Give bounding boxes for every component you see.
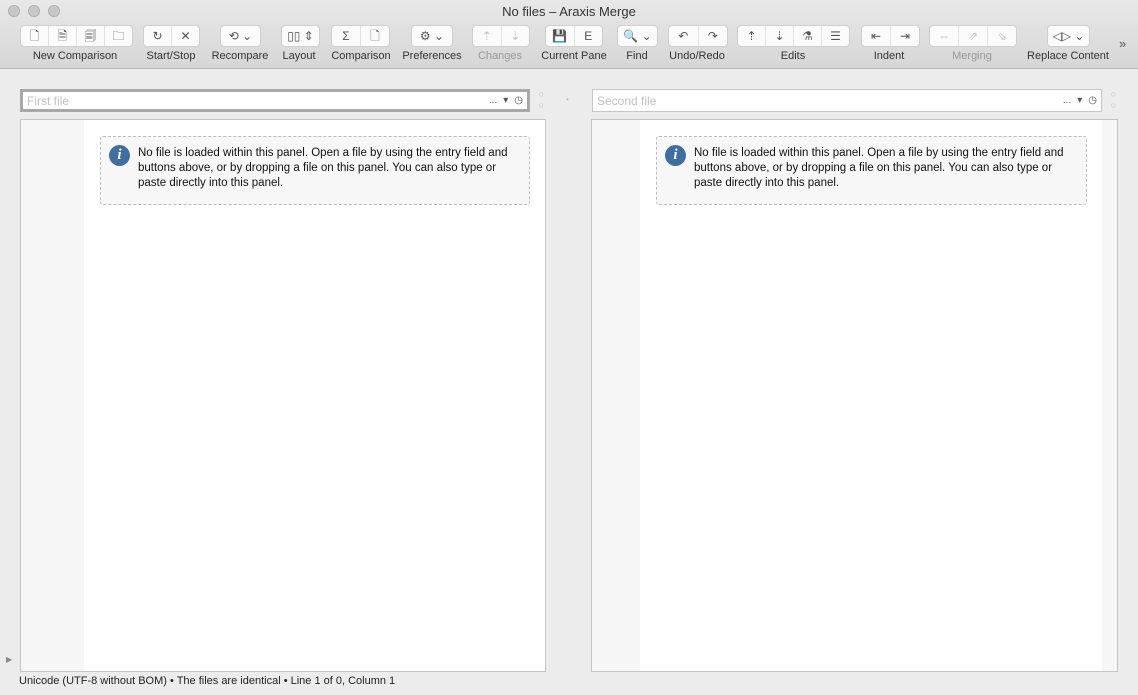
edits-button-4[interactable]: ☰	[822, 26, 849, 46]
layout-button-1[interactable]: ▯▯ ⇕	[282, 26, 319, 46]
new-comparison-group: 🗋 🗎 🗐 🗀	[20, 25, 133, 47]
changes-button-2[interactable]: ⇣	[502, 26, 530, 46]
second-file-input[interactable]	[597, 93, 1057, 108]
new-comparison-label: New Comparison	[32, 50, 118, 62]
new-comparison-button-3[interactable]: 🗐	[77, 26, 105, 46]
status-bar: Unicode (UTF-8 without BOM) • The files …	[19, 675, 396, 687]
merging-group: ⇔ ⇗ ⇘	[929, 25, 1017, 47]
new-comparison-button-4[interactable]: 🗀	[105, 26, 132, 46]
title-bar: No files – Araxis Merge 🗋 🗎 🗐 🗀 New Comparis…	[0, 0, 1138, 69]
start-stop-label: Start/Stop	[146, 50, 196, 62]
find-group: 🔍 ⌄	[617, 25, 658, 47]
preferences-group: ⚙ ⌄	[411, 25, 453, 47]
undo-redo-button-1[interactable]: ↶	[669, 26, 699, 46]
new-comparison-button-1[interactable]: 🗋	[21, 26, 49, 46]
line-number-gutter	[21, 120, 84, 671]
second-file-field[interactable]: ... ▾ ◷	[592, 89, 1102, 112]
current-pane-label: Current Pane	[541, 50, 607, 62]
edits-group: ⇡ ⇣ ⚗ ☰	[737, 25, 850, 47]
layout-group: ▯▯ ⇕	[281, 25, 320, 47]
info-icon: i	[109, 145, 130, 166]
browse-icon[interactable]: ...	[1063, 95, 1071, 106]
pane-divider-handle[interactable]: •	[566, 95, 569, 104]
comparison-button-1[interactable]: Σ	[332, 26, 361, 46]
merging-button-2[interactable]: ⇗	[959, 26, 988, 46]
link-icon[interactable]: ○ ○	[536, 89, 547, 111]
comparison-button-2[interactable]: 🗋	[361, 26, 389, 46]
edits-button-2[interactable]: ⇣	[766, 26, 794, 46]
edits-label: Edits	[780, 50, 806, 62]
recompare-button-1[interactable]: ⟲ ⌄	[221, 26, 260, 46]
preferences-label: Preferences	[402, 50, 462, 62]
replace-content-button-1[interactable]: ◁▷ ⌄	[1048, 26, 1089, 46]
undo-redo-group: ↶ ↷	[668, 25, 728, 47]
start-stop-group: ↻ ✕	[143, 25, 200, 47]
window-title: No files – Araxis Merge	[502, 4, 636, 19]
changes-button-1[interactable]: ⇡	[473, 26, 502, 46]
merging-label: Merging	[952, 50, 992, 62]
info-text: No file is loaded within this panel. Ope…	[138, 147, 508, 189]
recompare-group: ⟲ ⌄	[220, 25, 261, 47]
current-pane-button-2[interactable]: E	[575, 26, 603, 46]
indent-label: Indent	[873, 50, 905, 62]
comparison-label: Comparison	[331, 50, 391, 62]
current-pane-group: 💾 E	[545, 25, 603, 47]
start-stop-button-2[interactable]: ✕	[172, 26, 199, 46]
first-file-input[interactable]	[27, 93, 483, 108]
scrollbar[interactable]	[1102, 120, 1117, 671]
replace-content-group: ◁▷ ⌄	[1047, 25, 1090, 47]
find-button-1[interactable]: 🔍 ⌄	[618, 26, 657, 46]
recompare-label: Recompare	[211, 50, 269, 62]
new-comparison-button-2[interactable]: 🗎	[49, 26, 77, 46]
line-number-gutter	[592, 120, 640, 671]
dropdown-icon[interactable]: ▾	[1077, 95, 1082, 106]
info-message: i No file is loaded within this panel. O…	[656, 136, 1087, 205]
preferences-button-1[interactable]: ⚙ ⌄	[412, 26, 452, 46]
info-message: i No file is loaded within this panel. O…	[100, 136, 530, 205]
layout-label: Layout	[282, 50, 316, 62]
indent-button-1[interactable]: ⇤	[862, 26, 891, 46]
indent-button-2[interactable]: ⇥	[891, 26, 919, 46]
right-text-pane[interactable]: i No file is loaded within this panel. O…	[591, 119, 1118, 672]
info-icon: i	[665, 145, 686, 166]
replace-content-label: Replace Content	[1027, 50, 1109, 62]
start-stop-button-1[interactable]: ↻	[144, 26, 172, 46]
first-file-field[interactable]: ... ▾ ◷	[20, 89, 530, 112]
toolbar-overflow-button[interactable]: »	[1119, 36, 1126, 51]
undo-redo-label: Undo/Redo	[669, 50, 725, 62]
edits-button-3[interactable]: ⚗	[794, 26, 822, 46]
comparison-group: Σ 🗋	[331, 25, 390, 47]
current-pane-button-1[interactable]: 💾	[546, 26, 575, 46]
info-text: No file is loaded within this panel. Ope…	[694, 147, 1064, 189]
left-text-pane[interactable]: i No file is loaded within this panel. O…	[20, 119, 546, 672]
undo-redo-button-2[interactable]: ↷	[699, 26, 728, 46]
edits-button-1[interactable]: ⇡	[738, 26, 766, 46]
link-icon[interactable]: ○ ○	[1108, 89, 1119, 111]
browse-icon[interactable]: ...	[489, 95, 497, 106]
changes-group: ⇡ ⇣	[472, 25, 530, 47]
indent-group: ⇤ ⇥	[861, 25, 920, 47]
find-label: Find	[626, 50, 648, 62]
merging-button-1[interactable]: ⇔	[930, 26, 959, 46]
expand-triangle-icon[interactable]: ▶	[6, 655, 12, 664]
history-icon[interactable]: ◷	[1088, 95, 1097, 106]
history-icon[interactable]: ◷	[514, 95, 523, 106]
merging-button-3[interactable]: ⇘	[988, 26, 1016, 46]
dropdown-icon[interactable]: ▾	[503, 95, 508, 106]
changes-label: Changes	[477, 50, 523, 62]
